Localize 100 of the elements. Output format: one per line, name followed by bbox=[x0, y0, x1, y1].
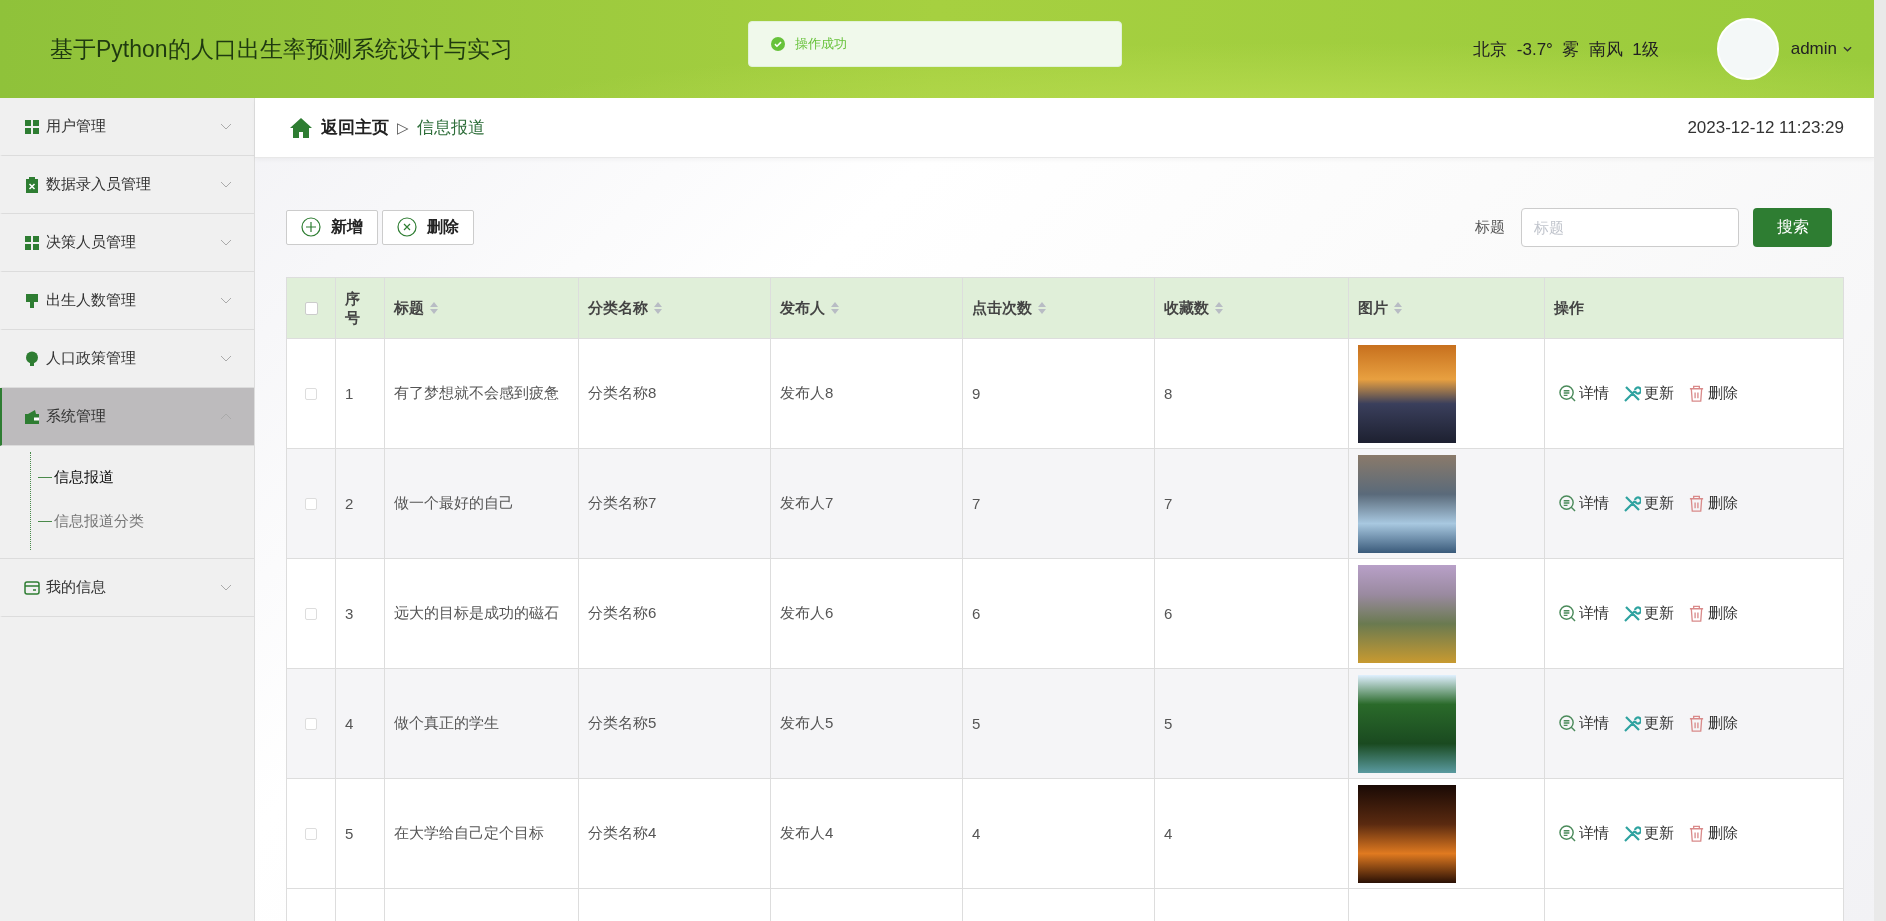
add-button[interactable]: 新增 bbox=[286, 209, 378, 245]
table-cell: 发布人7 bbox=[780, 494, 834, 513]
menu-icon bbox=[24, 234, 40, 251]
plus-circle-icon bbox=[301, 217, 321, 237]
tools-icon bbox=[1623, 384, 1641, 403]
chevron-icon bbox=[220, 239, 232, 246]
search-button[interactable]: 搜索 bbox=[1753, 207, 1832, 247]
delete-button[interactable]: 删除 bbox=[1688, 494, 1738, 513]
search-icon bbox=[1559, 715, 1576, 732]
table-cell: 发布人6 bbox=[780, 604, 834, 623]
tools-icon bbox=[1623, 824, 1641, 843]
column-header[interactable]: 分类名称 bbox=[579, 278, 771, 338]
home-icon bbox=[289, 116, 313, 139]
column-header[interactable]: 点击次数 bbox=[963, 278, 1155, 338]
sidebar-item[interactable]: 系统管理 bbox=[0, 388, 254, 446]
detail-button[interactable]: 详情 bbox=[1559, 604, 1609, 623]
search-label: 标题 bbox=[1475, 217, 1505, 237]
table-cell: 分类名称5 bbox=[588, 714, 657, 733]
table-cell: 2 bbox=[345, 495, 354, 512]
menu-icon bbox=[24, 350, 40, 367]
table-cell: 4 bbox=[345, 715, 354, 732]
user-menu[interactable]: admin bbox=[1790, 39, 1852, 59]
search-icon bbox=[1559, 605, 1576, 622]
scrollbar[interactable] bbox=[1874, 98, 1886, 921]
table-cell: 6 bbox=[1164, 605, 1173, 622]
checkbox[interactable] bbox=[305, 607, 317, 620]
trash-icon bbox=[1688, 495, 1705, 512]
column-header[interactable]: 标题 bbox=[385, 278, 579, 338]
datetime-text: 2023-12-12 11:23:29 bbox=[1687, 117, 1844, 138]
table-cell: 发布人8 bbox=[780, 384, 834, 403]
sidebar-item[interactable]: 数据录入员管理 bbox=[0, 156, 254, 214]
search-field[interactable]: 标题 bbox=[1521, 207, 1739, 247]
search-icon bbox=[1559, 495, 1576, 512]
sort-icon bbox=[1038, 302, 1046, 314]
table-cell: 发布人5 bbox=[780, 714, 834, 733]
sort-icon bbox=[831, 302, 839, 314]
tools-icon bbox=[1623, 494, 1641, 513]
table-cell: 有了梦想就不会感到疲惫 bbox=[394, 384, 559, 403]
table-cell: 7 bbox=[1164, 495, 1173, 512]
delete-button[interactable]: 删除 bbox=[1688, 384, 1738, 403]
search-icon bbox=[1559, 825, 1576, 842]
menu-icon bbox=[24, 292, 40, 309]
menu-icon bbox=[24, 579, 40, 596]
column-header: 操作 bbox=[1553, 297, 1585, 318]
delete-button[interactable]: 删除 bbox=[1688, 714, 1738, 733]
table-cell: 5 bbox=[972, 715, 981, 732]
delete-button[interactable]: 删除 bbox=[1688, 604, 1738, 623]
sort-icon bbox=[654, 302, 662, 314]
table-cell: 4 bbox=[972, 825, 981, 842]
update-button[interactable]: 更新 bbox=[1623, 384, 1674, 403]
sort-icon bbox=[1394, 302, 1402, 314]
detail-button[interactable]: 详情 bbox=[1559, 714, 1609, 733]
home-link[interactable]: 返回主页 bbox=[321, 116, 389, 139]
checkbox[interactable] bbox=[305, 827, 317, 840]
update-button[interactable]: 更新 bbox=[1623, 824, 1674, 843]
table-cell: 9 bbox=[972, 385, 981, 402]
table-cell: 3 bbox=[345, 605, 354, 622]
table-cell: 远大的目标是成功的磁石 bbox=[394, 604, 559, 623]
column-header: 序号 bbox=[336, 278, 385, 338]
checkbox[interactable] bbox=[305, 717, 317, 730]
sidebar-item[interactable]: 用户管理 bbox=[0, 98, 254, 156]
tools-icon bbox=[1623, 604, 1641, 623]
table-cell: 做一个最好的自己 bbox=[394, 494, 514, 513]
table-cell: 1 bbox=[345, 385, 354, 402]
table-cell: 分类名称6 bbox=[588, 604, 657, 623]
sidebar-item[interactable]: 出生人数管理 bbox=[0, 272, 254, 330]
table-cell: 5 bbox=[345, 825, 354, 842]
update-button[interactable]: 更新 bbox=[1623, 714, 1674, 733]
chevron-icon bbox=[220, 123, 232, 130]
table-cell: 5 bbox=[1164, 715, 1173, 732]
update-button[interactable]: 更新 bbox=[1623, 604, 1674, 623]
chevron-icon bbox=[220, 181, 232, 188]
caret-icon bbox=[1843, 46, 1852, 52]
sidebar-item[interactable]: 我的信息 bbox=[0, 559, 254, 617]
table-cell: 6 bbox=[972, 605, 981, 622]
weather-text: 北京 -3.7° 雾 南风 1级 bbox=[1473, 38, 1659, 61]
search-icon bbox=[1559, 385, 1576, 402]
detail-button[interactable]: 详情 bbox=[1559, 384, 1609, 403]
chevron-icon bbox=[220, 584, 232, 591]
trash-icon bbox=[1688, 605, 1705, 622]
column-header[interactable]: 收藏数 bbox=[1155, 278, 1349, 338]
sort-icon bbox=[1215, 302, 1223, 314]
delete-button[interactable]: 删除 bbox=[382, 209, 474, 245]
checkbox[interactable] bbox=[305, 497, 317, 510]
checkbox[interactable] bbox=[304, 301, 318, 315]
checkbox[interactable] bbox=[305, 387, 317, 400]
detail-button[interactable]: 详情 bbox=[1559, 494, 1609, 513]
table-cell: 做个真正的学生 bbox=[394, 714, 499, 733]
delete-button[interactable]: 删除 bbox=[1688, 824, 1738, 843]
column-header[interactable]: 图片 bbox=[1349, 278, 1545, 338]
table-cell: 分类名称4 bbox=[588, 824, 657, 843]
menu-icon bbox=[24, 176, 40, 193]
column-header[interactable]: 发布人 bbox=[771, 278, 963, 338]
table-cell: 8 bbox=[1164, 385, 1173, 402]
menu-icon bbox=[24, 118, 40, 135]
chevron-icon bbox=[220, 297, 232, 304]
detail-button[interactable]: 详情 bbox=[1559, 824, 1609, 843]
sidebar-item[interactable]: 决策人员管理 bbox=[0, 214, 254, 272]
update-button[interactable]: 更新 bbox=[1623, 494, 1674, 513]
check-circle-icon bbox=[771, 37, 785, 51]
